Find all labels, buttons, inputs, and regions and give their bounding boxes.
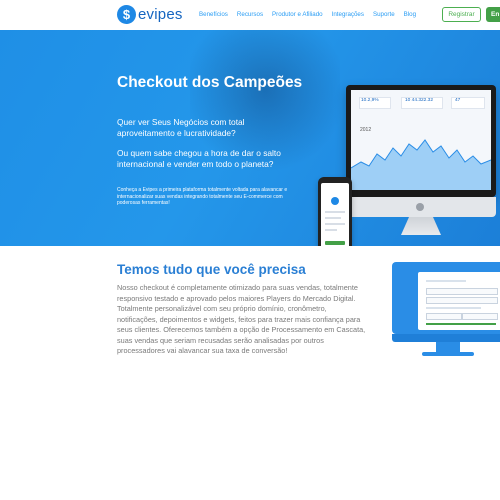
logo-badge: $: [117, 5, 136, 24]
illustration-monitor-stand: [436, 342, 460, 352]
hero-title: Checkout dos Campeões: [117, 74, 303, 91]
form-field: [426, 288, 498, 295]
form-field: [426, 313, 462, 320]
dashboard-area-chart: [351, 139, 491, 190]
apple-logo-icon: [416, 203, 424, 211]
form-line: [426, 307, 481, 309]
nav-integracoes[interactable]: Integrações: [332, 11, 364, 18]
phone-logo-icon: [331, 197, 339, 205]
features-title: Temos tudo que você precisa: [117, 262, 306, 277]
nav-suporte[interactable]: Suporte: [373, 11, 395, 18]
phone-text-line: [325, 229, 337, 231]
monitor-bezel: 10.2,9% 10 44.322.32 47 2012: [346, 85, 496, 217]
illustration-monitor-base: [422, 352, 474, 356]
illustration-monitor-chin: [392, 334, 500, 342]
hero-question-2: Ou quem sabe chegou a hora de dar o salt…: [117, 148, 281, 169]
logo[interactable]: $ evipes: [117, 5, 183, 24]
hero-description: Conheça a Evipes a primeira plataforma t…: [117, 187, 288, 207]
dashboard-screen: 10.2,9% 10 44.322.32 47 2012: [351, 90, 491, 190]
enter-button[interactable]: En: [486, 7, 500, 22]
phone-cta: [325, 241, 345, 245]
main-nav: Benefícios Recursos Produtor e Afiliado …: [199, 11, 416, 18]
nav-recursos[interactable]: Recursos: [237, 11, 263, 18]
checkout-monitor-illustration: [392, 262, 500, 358]
phone-text-line: [325, 217, 341, 219]
hero-banner: Checkout dos Campeões Quer ver Seus Negó…: [0, 30, 500, 246]
form-submit: [426, 323, 496, 325]
nav-blog[interactable]: Blog: [404, 11, 416, 18]
monitor-chin: [346, 197, 496, 217]
phone-text-line: [325, 211, 345, 213]
monitor-stand: [401, 217, 441, 235]
nav-beneficios[interactable]: Benefícios: [199, 11, 228, 18]
phone-screen: [321, 183, 349, 246]
form-line: [426, 280, 466, 282]
form-field: [462, 313, 498, 320]
features-body: Nosso checkout é completamente otimizado…: [117, 283, 366, 355]
form-field: [426, 297, 498, 304]
register-button[interactable]: Registrar: [442, 7, 481, 22]
site-header: $ evipes Benefícios Recursos Produtor e …: [0, 0, 500, 30]
hero-question-1: Quer ver Seus Negócios com total aprovei…: [117, 117, 245, 138]
logo-text: evipes: [138, 6, 183, 23]
checkout-form-screen: [418, 272, 500, 330]
phone-mockup: [318, 177, 352, 246]
phone-text-line: [325, 223, 345, 225]
nav-produtor-afiliado[interactable]: Produtor e Afiliado: [272, 11, 323, 18]
illustration-monitor-frame: [392, 262, 500, 334]
